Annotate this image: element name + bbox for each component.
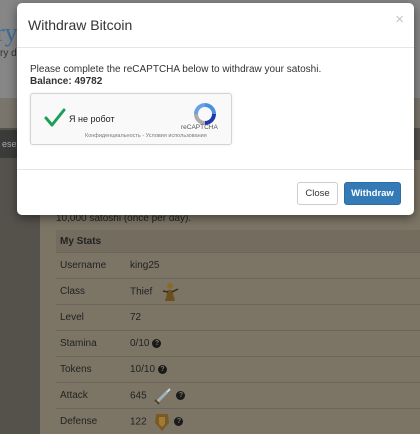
recaptcha-label: Я не робот <box>69 114 115 124</box>
table-row: Stamina 0/10? <box>56 330 420 357</box>
recaptcha-widget: Я не робот reCAPTCHA Конфиденциальность … <box>30 93 232 145</box>
stats-header-row: My Stats <box>56 230 420 253</box>
balance-value: 49782 <box>74 76 103 87</box>
modal-header: Withdraw Bitcoin × <box>17 3 414 48</box>
close-icon[interactable]: × <box>395 11 404 28</box>
stat-value: 122 <box>130 416 147 428</box>
table-row: Level 72 <box>56 304 420 331</box>
instruction-text: Please complete the reCAPTCHA below to w… <box>30 64 322 75</box>
stat-value: 645 <box>130 390 147 402</box>
help-icon[interactable]: ? <box>152 338 162 348</box>
table-row: Username king25 <box>56 252 420 279</box>
withdraw-button[interactable]: Withdraw <box>344 182 401 205</box>
stat-label: Level <box>56 304 126 331</box>
sword-icon <box>154 387 172 405</box>
balance: Balance: 49782 <box>30 76 102 87</box>
balance-label: Balance: <box>30 76 72 87</box>
stat-value: king25 <box>126 252 420 279</box>
help-icon[interactable]: ? <box>176 391 186 400</box>
help-icon[interactable]: ? <box>158 364 168 374</box>
stat-label: Attack <box>56 382 126 409</box>
table-row: Class Thief <box>56 278 420 305</box>
thief-sprite-icon <box>162 282 179 301</box>
site-subtitle: ry d <box>0 48 17 59</box>
site-title: ry <box>0 18 18 47</box>
stat-value: 10/10 <box>130 364 156 375</box>
armor-icon <box>155 413 170 431</box>
stat-value: 72 <box>126 304 420 331</box>
withdraw-modal: Withdraw Bitcoin × Please complete the r… <box>17 3 414 215</box>
table-row: Attack 645 ? <box>56 382 420 409</box>
stat-value: 0/10 <box>130 338 150 349</box>
recaptcha-brand: reCAPTCHA <box>181 124 218 131</box>
stat-label: Tokens <box>56 356 126 383</box>
table-row: Defense 122 ? <box>56 408 420 434</box>
stat-label: Defense <box>56 408 126 434</box>
stat-label: Class <box>56 278 126 305</box>
modal-footer: Close Withdraw <box>17 169 414 216</box>
stat-label: Username <box>56 252 126 279</box>
stat-label: Stamina <box>56 330 126 357</box>
recaptcha-checkmark-icon[interactable] <box>42 105 68 131</box>
close-button[interactable]: Close <box>297 182 338 205</box>
modal-title: Withdraw Bitcoin <box>28 17 133 33</box>
table-row: Tokens 10/10? <box>56 356 420 383</box>
recaptcha-privacy-links[interactable]: Конфиденциальность - Условия использован… <box>85 133 207 139</box>
stats-table: My Stats Username king25 Class Thief Lev… <box>56 230 420 434</box>
stat-value: Thief <box>130 286 153 298</box>
help-icon[interactable]: ? <box>174 417 184 426</box>
stats-header: My Stats <box>56 230 420 253</box>
